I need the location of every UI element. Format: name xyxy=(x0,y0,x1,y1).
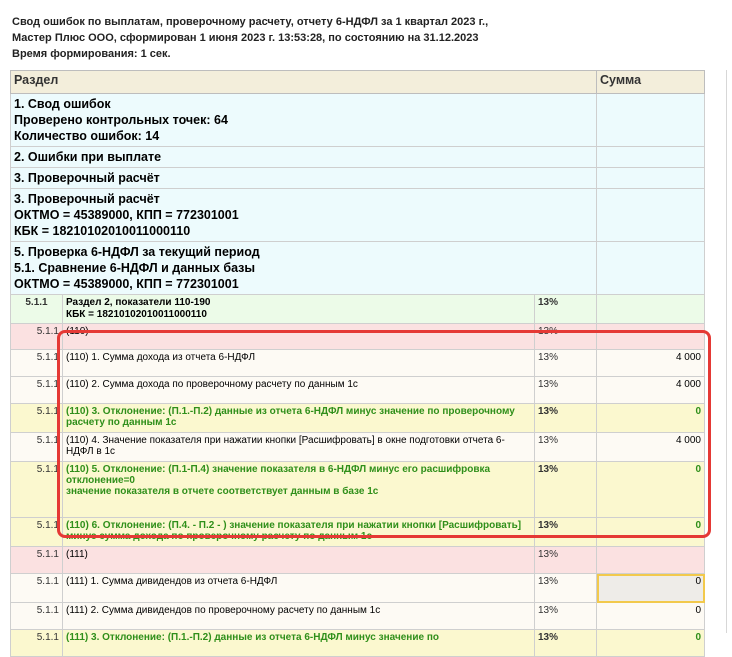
table-row[interactable]: 5.1.1 (111) 3. Отклонение: (П.1.-П.2) да… xyxy=(10,629,705,657)
table-row[interactable]: 5.1.1 (111) 1. Сумма дивидендов из отчет… xyxy=(10,573,705,603)
row-sum[interactable]: 0 xyxy=(596,602,705,630)
section-kbk: КБК = 18210102010011000110 xyxy=(14,224,191,238)
column-header-section[interactable]: Раздел xyxy=(10,70,597,94)
row-sum[interactable]: 0 xyxy=(596,517,705,547)
row-text: (110) 6. Отклонение: (П.4. - П.2 - ) зна… xyxy=(62,517,535,547)
row-code: 5.1.1 xyxy=(10,461,63,518)
section-subtitle: 5.1. Сравнение 6-НДФЛ и данных базы xyxy=(14,261,256,275)
row-code: 5.1.1 xyxy=(10,602,63,630)
row-rate: 13% xyxy=(534,602,597,630)
table-row[interactable]: 5.1.1 (110) 2. Сумма дохода по проверочн… xyxy=(10,376,705,404)
report-title-line: Свод ошибок по выплатам, проверочному ра… xyxy=(12,16,489,28)
row-text: (110) xyxy=(62,323,535,350)
row-code: 5.1.1 xyxy=(10,349,63,377)
row-text-note: значение показателя в отчете соответству… xyxy=(66,486,379,497)
row-sum[interactable]: 4 000 xyxy=(596,432,705,462)
table-row[interactable]: 5.1.1 (110) 6. Отклонение: (П.4. - П.2 -… xyxy=(10,517,705,547)
row-code: 5.1.1 xyxy=(10,629,63,657)
row-rate: 13% xyxy=(534,546,597,574)
table-row[interactable]: 5.1.1 Раздел 2, показатели 110-190 КБК =… xyxy=(10,294,705,324)
table-header-row: Раздел Сумма xyxy=(10,70,705,94)
row-rate: 13% xyxy=(534,432,597,462)
row-code: 5.1.1 xyxy=(10,546,63,574)
report-table: Раздел Сумма 1. Свод ошибок Проверено ко… xyxy=(10,70,705,657)
row-text: (110) 5. Отклонение: (П.1-П.4) значение … xyxy=(66,464,491,475)
table-row[interactable]: 5.1.1 (110) 4. Значение показателя при н… xyxy=(10,432,705,462)
section-oktmo: ОКТМО = 45389000, КПП = 772301001 xyxy=(14,208,239,222)
row-text: Раздел 2, показатели 110-190 xyxy=(66,297,211,308)
row-sum[interactable] xyxy=(596,294,705,324)
row-code: 5.1.1 xyxy=(10,432,63,462)
table-row[interactable]: 5.1.1 (111) 2. Сумма дивидендов по прове… xyxy=(10,602,705,630)
row-code: 5.1.1 xyxy=(10,517,63,547)
row-code: 5.1.1 xyxy=(10,323,63,350)
section-title: 5. Проверка 6-НДФЛ за текущий период xyxy=(14,245,260,259)
section-title: 2. Ошибки при выплате xyxy=(14,150,162,164)
row-rate: 13% xyxy=(534,323,597,350)
row-rate: 13% xyxy=(534,294,597,324)
row-kbk: КБК = 18210102010011000110 xyxy=(66,309,207,320)
row-rate: 13% xyxy=(534,376,597,404)
row-text-deviation: отклонение=0 xyxy=(66,475,135,486)
sum-cell[interactable] xyxy=(596,188,705,242)
table-row[interactable]: 5.1.1 (110) 3. Отклонение: (П.1.-П.2) да… xyxy=(10,403,705,433)
sum-cell[interactable] xyxy=(596,241,705,295)
section-title: 3. Проверочный расчёт xyxy=(14,192,160,206)
row-text: (111) 1. Сумма дивидендов из отчета 6-НД… xyxy=(62,573,535,603)
section-error-count: Количество ошибок: 14 xyxy=(14,129,160,143)
row-text: (111) 3. Отклонение: (П.1.-П.2) данные и… xyxy=(62,629,535,657)
row-rate: 13% xyxy=(534,517,597,547)
row-sum[interactable] xyxy=(596,546,705,574)
section-row-5[interactable]: 5. Проверка 6-НДФЛ за текущий период 5.1… xyxy=(10,241,705,295)
column-header-sum[interactable]: Сумма xyxy=(596,70,705,94)
section-row-2[interactable]: 2. Ошибки при выплате xyxy=(10,146,705,168)
section-row-3b[interactable]: 3. Проверочный расчёт ОКТМО = 45389000, … xyxy=(10,188,705,242)
row-rate: 13% xyxy=(534,403,597,433)
table-row[interactable]: 5.1.1 (110) 13% xyxy=(10,323,705,350)
row-rate: 13% xyxy=(534,349,597,377)
row-sum[interactable]: 0 xyxy=(596,629,705,657)
section-oktmo: ОКТМО = 45389000, КПП = 772301001 xyxy=(14,277,239,291)
row-code: 5.1.1 xyxy=(10,294,63,324)
row-sum[interactable]: 0 xyxy=(596,403,705,433)
row-sum[interactable] xyxy=(596,323,705,350)
sum-cell[interactable] xyxy=(596,93,705,147)
row-text: (110) 1. Сумма дохода из отчета 6-НДФЛ xyxy=(62,349,535,377)
row-text: (110) 4. Значение показателя при нажатии… xyxy=(62,432,535,462)
row-rate: 13% xyxy=(534,461,597,518)
report-header: Свод ошибок по выплатам, проверочному ра… xyxy=(12,14,488,62)
table-row[interactable]: 5.1.1 (110) 1. Сумма дохода из отчета 6-… xyxy=(10,349,705,377)
row-text: (110) 2. Сумма дохода по проверочному ра… xyxy=(62,376,535,404)
sum-cell[interactable] xyxy=(596,167,705,189)
row-code: 5.1.1 xyxy=(10,573,63,603)
row-code: 5.1.1 xyxy=(10,376,63,404)
report-time-line: Время формирования: 1 сек. xyxy=(12,48,171,60)
sum-cell[interactable] xyxy=(596,146,705,168)
section-title: 1. Свод ошибок xyxy=(14,97,111,111)
row-sum[interactable]: 4 000 xyxy=(596,349,705,377)
table-row[interactable]: 5.1.1 (111) 13% xyxy=(10,546,705,574)
section-row-3a[interactable]: 3. Проверочный расчёт xyxy=(10,167,705,189)
row-text: (111) 2. Сумма дивидендов по проверочном… xyxy=(62,602,535,630)
row-text: (111) xyxy=(62,546,535,574)
row-code: 5.1.1 xyxy=(10,403,63,433)
section-title: 3. Проверочный расчёт xyxy=(14,171,160,185)
row-sum[interactable]: 0 xyxy=(596,461,705,518)
row-rate: 13% xyxy=(534,629,597,657)
row-rate: 13% xyxy=(534,573,597,603)
table-row[interactable]: 5.1.1 (110) 5. Отклонение: (П.1-П.4) зна… xyxy=(10,461,705,518)
row-sum[interactable]: 4 000 xyxy=(596,376,705,404)
row-sum-selected[interactable]: 0 xyxy=(596,573,705,603)
section-row-1[interactable]: 1. Свод ошибок Проверено контрольных точ… xyxy=(10,93,705,147)
row-text: (110) 3. Отклонение: (П.1.-П.2) данные и… xyxy=(62,403,535,433)
report-meta-line: Мастер Плюс ООО, сформирован 1 июня 2023… xyxy=(12,32,479,44)
section-checked-count: Проверено контрольных точек: 64 xyxy=(14,113,228,127)
grid-edge-line xyxy=(726,70,727,633)
